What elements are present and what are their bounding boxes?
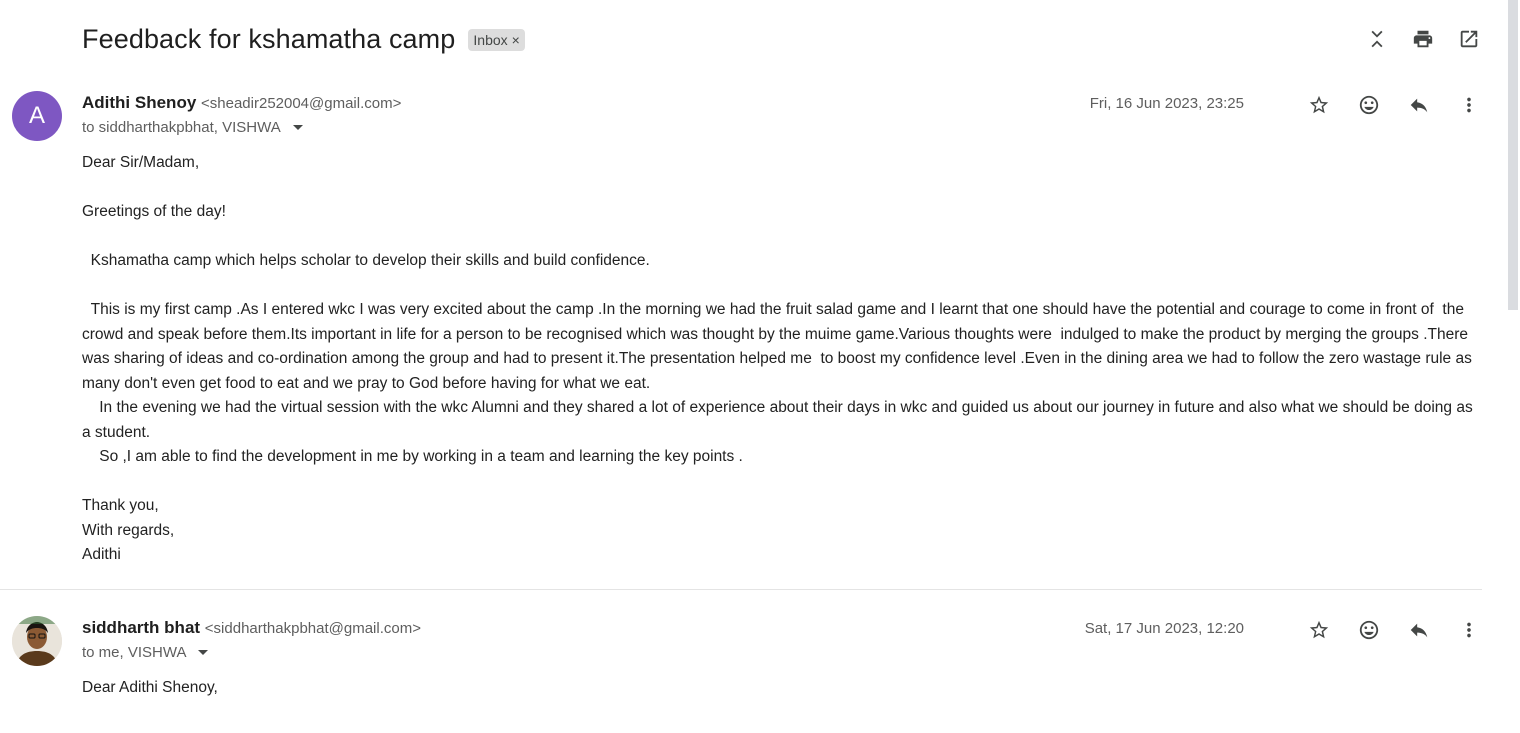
sender-email: <sheadir252004@gmail.com>	[201, 95, 402, 112]
scrollbar[interactable]	[1506, 0, 1520, 733]
recipients-text: to me, VISHWA	[82, 644, 187, 661]
open-in-new-window-icon[interactable]	[1456, 26, 1482, 52]
message-actions	[1306, 617, 1482, 643]
message-actions	[1306, 92, 1482, 118]
star-icon[interactable]	[1306, 617, 1332, 643]
star-icon[interactable]	[1306, 92, 1332, 118]
avatar[interactable]	[12, 616, 62, 666]
avatar-letter: A	[28, 102, 45, 129]
profile-photo-icon	[12, 616, 62, 666]
emoji-reaction-icon[interactable]	[1356, 617, 1382, 643]
message-body: Dear Sir/Madam, Greetings of the day! Ks…	[82, 154, 1473, 563]
more-options-icon[interactable]	[1456, 92, 1482, 118]
print-icon[interactable]	[1410, 26, 1436, 52]
recipients-text: to siddharthakpbhat, VISHWA	[82, 119, 281, 136]
scrollbar-thumb[interactable]	[1508, 0, 1518, 310]
more-options-icon[interactable]	[1456, 617, 1482, 643]
subject-row: Feedback for kshamatha camp Inbox ×	[82, 20, 525, 58]
email-subject: Feedback for kshamatha camp	[82, 23, 456, 54]
message-date: Fri, 16 Jun 2023, 23:25	[1089, 95, 1244, 112]
recipients-line: to me, VISHWA	[82, 644, 209, 661]
label-text: Inbox	[473, 32, 508, 48]
reply-icon[interactable]	[1406, 617, 1432, 643]
avatar[interactable]: A	[12, 91, 62, 141]
chevron-down-icon[interactable]	[198, 650, 209, 655]
message-divider	[0, 589, 1482, 590]
collapse-all-icon[interactable]	[1364, 26, 1390, 52]
message-date: Sat, 17 Jun 2023, 12:20	[1084, 620, 1244, 637]
sender-line: siddharth bhat <siddharthakpbhat@gmail.c…	[82, 618, 421, 638]
emoji-reaction-icon[interactable]	[1356, 92, 1382, 118]
chevron-down-icon[interactable]	[292, 125, 303, 130]
message-body: Dear Adithi Shenoy,	[82, 679, 218, 696]
recipients-line: to siddharthakpbhat, VISHWA	[82, 119, 303, 136]
sender-name[interactable]: siddharth bhat	[82, 618, 200, 637]
sender-line: Adithi Shenoy <sheadir252004@gmail.com>	[82, 93, 401, 113]
sender-email: <siddharthakpbhat@gmail.com>	[204, 620, 421, 637]
thread-toolbar	[1364, 26, 1482, 52]
remove-label-icon[interactable]: ×	[512, 32, 520, 48]
reply-icon[interactable]	[1406, 92, 1432, 118]
sender-name[interactable]: Adithi Shenoy	[82, 93, 196, 112]
inbox-label-chip[interactable]: Inbox ×	[468, 29, 525, 51]
